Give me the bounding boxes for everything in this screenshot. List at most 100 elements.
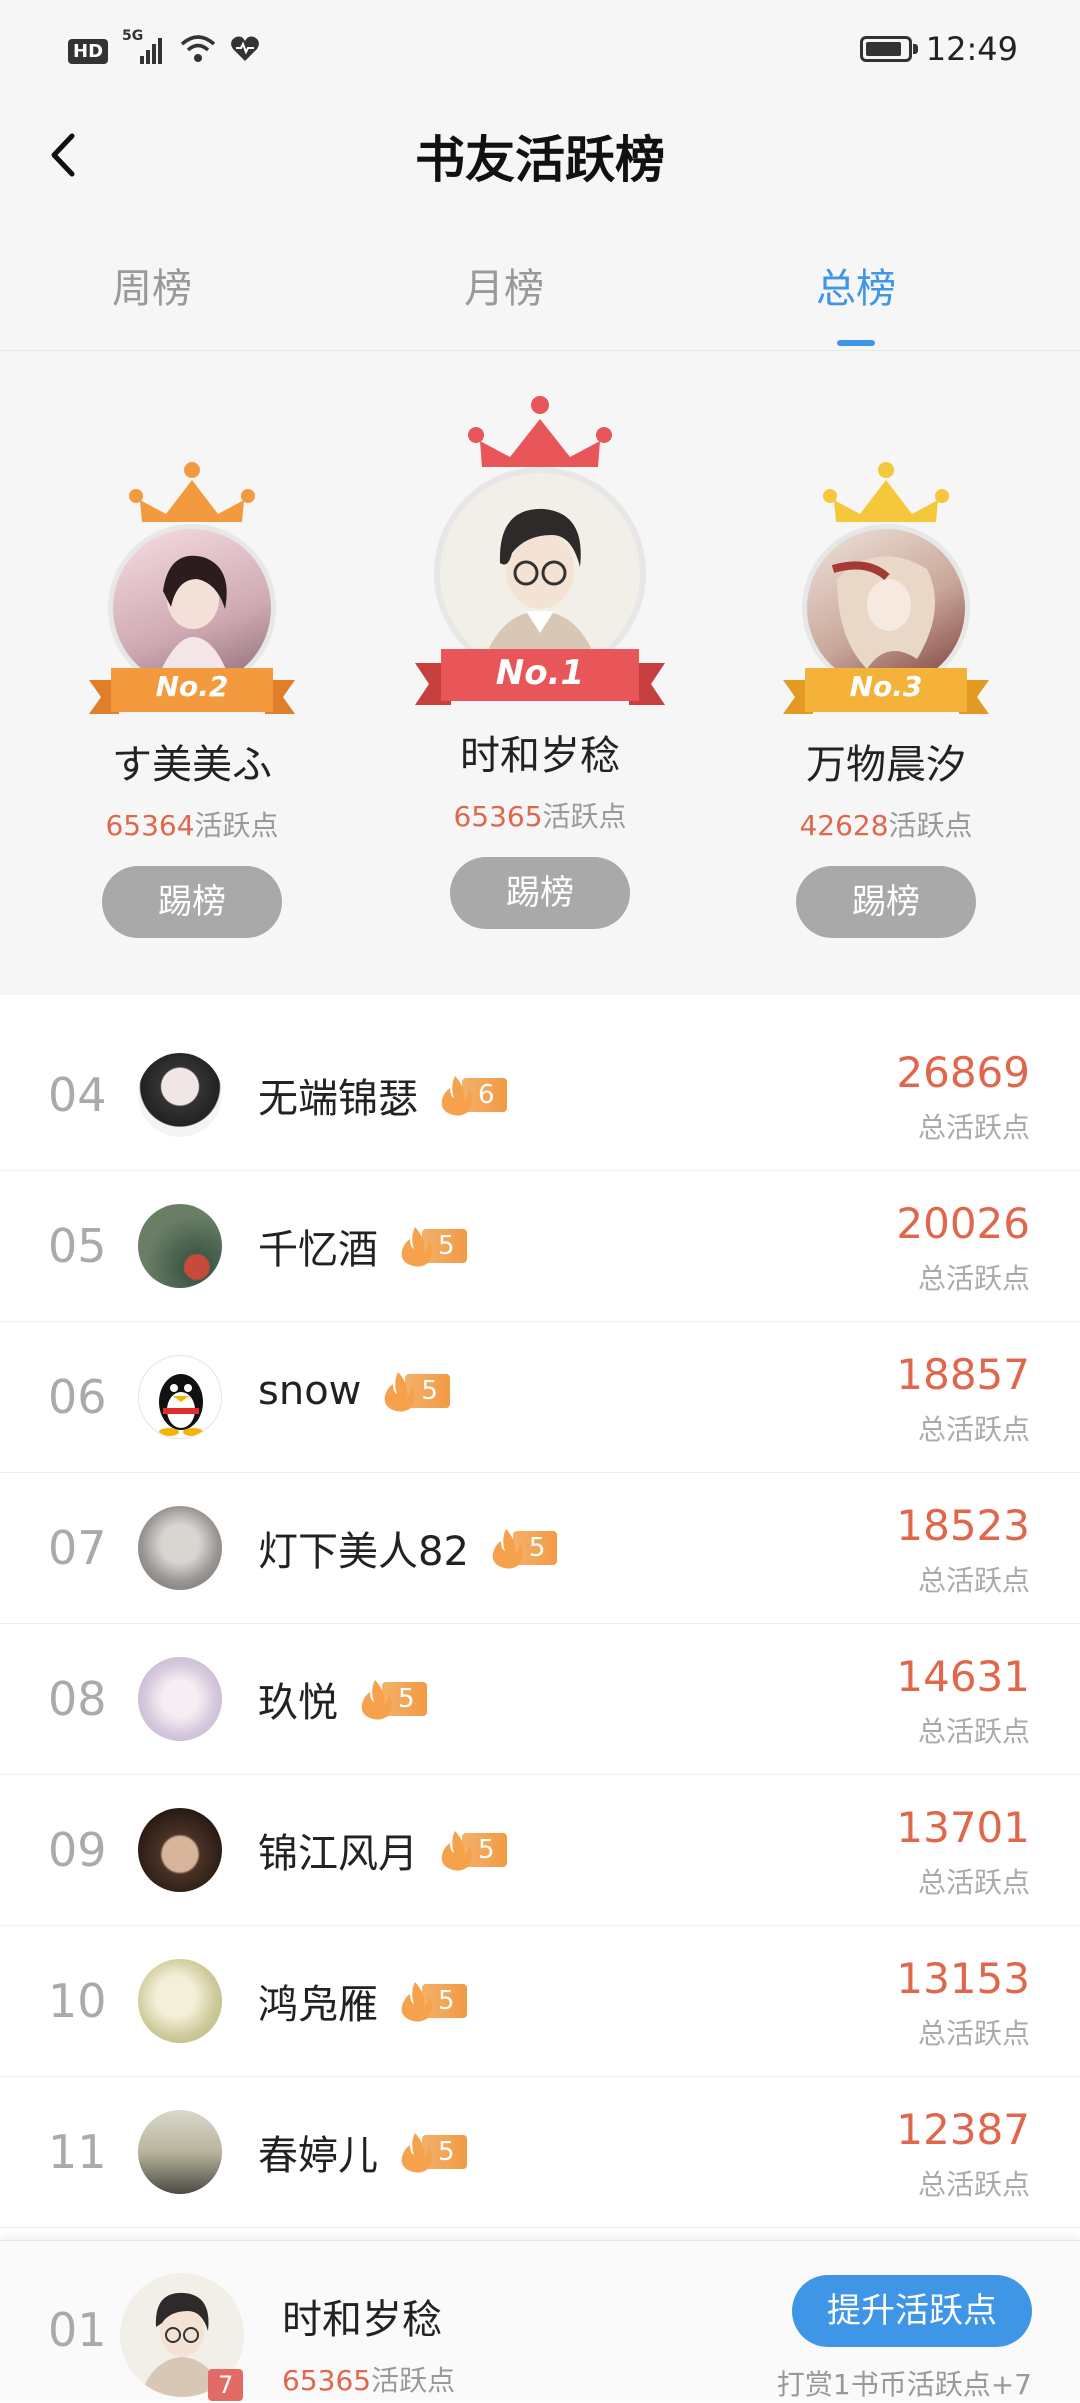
score-value: 13153 bbox=[896, 1954, 1030, 2003]
score-label: 总活跃点 bbox=[917, 2168, 1030, 2201]
score-label: 总活跃点 bbox=[917, 1413, 1030, 1446]
avatar[interactable] bbox=[138, 1506, 222, 1590]
score-label: 总活跃点 bbox=[917, 1262, 1030, 1295]
user-name: 鸿凫雁 bbox=[258, 1982, 378, 2028]
tab-bar: 周榜 月榜 总榜 bbox=[0, 230, 1080, 351]
avatar[interactable] bbox=[138, 1959, 222, 2043]
podium-rank-3[interactable]: No.3 万物晨汐 42628活跃点 踢榜 bbox=[736, 460, 1036, 938]
list-item[interactable]: 04 无端锦瑟 6 26869 总活跃点 bbox=[0, 1020, 1080, 1171]
podium-name: 时和岁稔 bbox=[460, 733, 620, 779]
crown-icon bbox=[468, 396, 612, 467]
rank-number: 07 bbox=[48, 1521, 107, 1575]
my-name: 时和岁稔 bbox=[282, 2297, 442, 2343]
level-badge: 5 bbox=[398, 1227, 467, 1267]
points-value: 42628 bbox=[799, 809, 889, 842]
tab-weekly[interactable]: 周榜 bbox=[112, 256, 192, 314]
score-label: 总活跃点 bbox=[917, 1111, 1030, 1144]
user-name: 千忆酒 bbox=[258, 1227, 378, 1273]
flame-icon bbox=[492, 1529, 523, 1569]
level-badge: 5 bbox=[398, 1982, 467, 2022]
podium-name: 万物晨汐 bbox=[806, 742, 966, 788]
rank-number: 10 bbox=[48, 1974, 107, 2028]
points-suffix: 活跃点 bbox=[194, 809, 279, 842]
score-value: 18857 bbox=[896, 1350, 1030, 1399]
avatar[interactable] bbox=[138, 1053, 222, 1137]
rank-label: No.2 bbox=[155, 670, 229, 703]
health-icon bbox=[230, 35, 260, 67]
list-item[interactable]: 11 春婷儿 5 12387 总活跃点 bbox=[0, 2077, 1080, 2228]
podium-name: す美美ふ bbox=[112, 742, 272, 788]
level-badge: 5 bbox=[381, 1372, 450, 1412]
tab-indicator bbox=[837, 340, 875, 346]
hd-icon: HD bbox=[68, 38, 109, 64]
status-icons-left: HD 5G bbox=[68, 28, 260, 68]
rank-label: No.3 bbox=[849, 670, 923, 703]
rank-number: 08 bbox=[48, 1672, 107, 1726]
level-badge: 5 bbox=[489, 1529, 558, 1569]
my-level-badge: 7 bbox=[208, 2369, 244, 2401]
level-badge: 5 bbox=[358, 1680, 427, 1720]
points-suffix: 活跃点 bbox=[542, 800, 627, 833]
user-name: 春婷儿 bbox=[258, 2133, 378, 2179]
rank-number: 05 bbox=[48, 1219, 107, 1273]
my-points: 65365活跃点 bbox=[282, 2359, 455, 2399]
boost-activity-button[interactable]: 提升活跃点 bbox=[792, 2275, 1032, 2347]
list-item[interactable]: 08 玖悦 5 14631 总活跃点 bbox=[0, 1624, 1080, 1775]
name-group: 灯下美人82 5 bbox=[258, 1519, 558, 1577]
list-item[interactable]: 07 灯下美人82 5 18523 总活跃点 bbox=[0, 1473, 1080, 1624]
podium-points: 65364活跃点 bbox=[42, 804, 342, 844]
name-group: 无端锦瑟 6 bbox=[258, 1066, 507, 1124]
kick-button[interactable]: 踢榜 bbox=[450, 857, 630, 929]
user-name: 无端锦瑟 bbox=[258, 1076, 418, 1122]
score-value: 18523 bbox=[896, 1501, 1030, 1550]
status-bar: HD 5G 12:49 bbox=[0, 0, 1080, 100]
user-name: snow bbox=[258, 1368, 362, 1414]
name-group: 玖悦 5 bbox=[258, 1670, 427, 1728]
kick-button[interactable]: 踢榜 bbox=[102, 866, 282, 938]
battery-icon bbox=[859, 36, 918, 62]
flame-icon bbox=[401, 1982, 432, 2022]
avatar[interactable] bbox=[138, 1657, 222, 1741]
points-value: 65364 bbox=[105, 809, 195, 842]
tab-monthly[interactable]: 月榜 bbox=[464, 256, 544, 314]
flame-icon bbox=[441, 1076, 472, 1116]
nav-bar: 书友活跃榜 bbox=[0, 100, 1080, 210]
rank-number: 11 bbox=[48, 2125, 107, 2179]
flame-icon bbox=[401, 2133, 432, 2173]
avatar[interactable] bbox=[138, 1204, 222, 1288]
list-item[interactable]: 10 鸿凫雁 5 13153 总活跃点 bbox=[0, 1926, 1080, 2077]
score-value: 12387 bbox=[896, 2105, 1030, 2154]
user-name: 锦江风月 bbox=[258, 1831, 418, 1877]
score-label: 总活跃点 bbox=[917, 1715, 1030, 1748]
points-suffix: 活跃点 bbox=[888, 809, 973, 842]
crown-icon bbox=[823, 462, 949, 522]
score-value: 26869 bbox=[896, 1048, 1030, 1097]
points-value: 65365 bbox=[453, 800, 543, 833]
podium-rank-1[interactable]: No.1 时和岁稔 65365活跃点 踢榜 bbox=[390, 395, 690, 929]
avatar[interactable] bbox=[138, 2110, 222, 2194]
user-name: 玖悦 bbox=[258, 1680, 338, 1726]
podium-rank-2[interactable]: No.2 す美美ふ 65364活跃点 踢榜 bbox=[42, 460, 342, 938]
list-item[interactable]: 09 锦江风月 5 13701 总活跃点 bbox=[0, 1775, 1080, 1926]
list-item[interactable]: 06 snow 5 18857 总活跃点 bbox=[0, 1322, 1080, 1473]
name-group: 锦江风月 5 bbox=[258, 1821, 507, 1879]
avatar[interactable] bbox=[138, 1808, 222, 1892]
avatar[interactable] bbox=[138, 1355, 222, 1439]
list-item[interactable]: 05 千忆酒 5 20026 总活跃点 bbox=[0, 1171, 1080, 1322]
score-value: 20026 bbox=[896, 1199, 1030, 1248]
my-rank-number: 01 bbox=[48, 2303, 107, 2357]
name-group: 春婷儿 5 bbox=[258, 2123, 467, 2181]
score-value: 13701 bbox=[896, 1803, 1030, 1852]
name-group: snow 5 bbox=[258, 1368, 450, 1414]
rank-number: 09 bbox=[48, 1823, 107, 1877]
podium-points: 42628活跃点 bbox=[736, 804, 1036, 844]
my-points-value: 65365 bbox=[282, 2364, 372, 2397]
score-label: 总活跃点 bbox=[917, 1564, 1030, 1597]
kick-button[interactable]: 踢榜 bbox=[796, 866, 976, 938]
ranking-list: 04 无端锦瑟 6 26869 总活跃点 05 千忆酒 5 20026 总活跃点… bbox=[0, 1020, 1080, 2228]
flame-icon bbox=[441, 1831, 472, 1871]
reward-hint: 打赏1书币活跃点+7 bbox=[776, 2368, 1032, 2401]
level-badge: 5 bbox=[398, 2133, 467, 2173]
tab-total[interactable]: 总榜 bbox=[816, 256, 896, 314]
rank-number: 04 bbox=[48, 1068, 107, 1122]
